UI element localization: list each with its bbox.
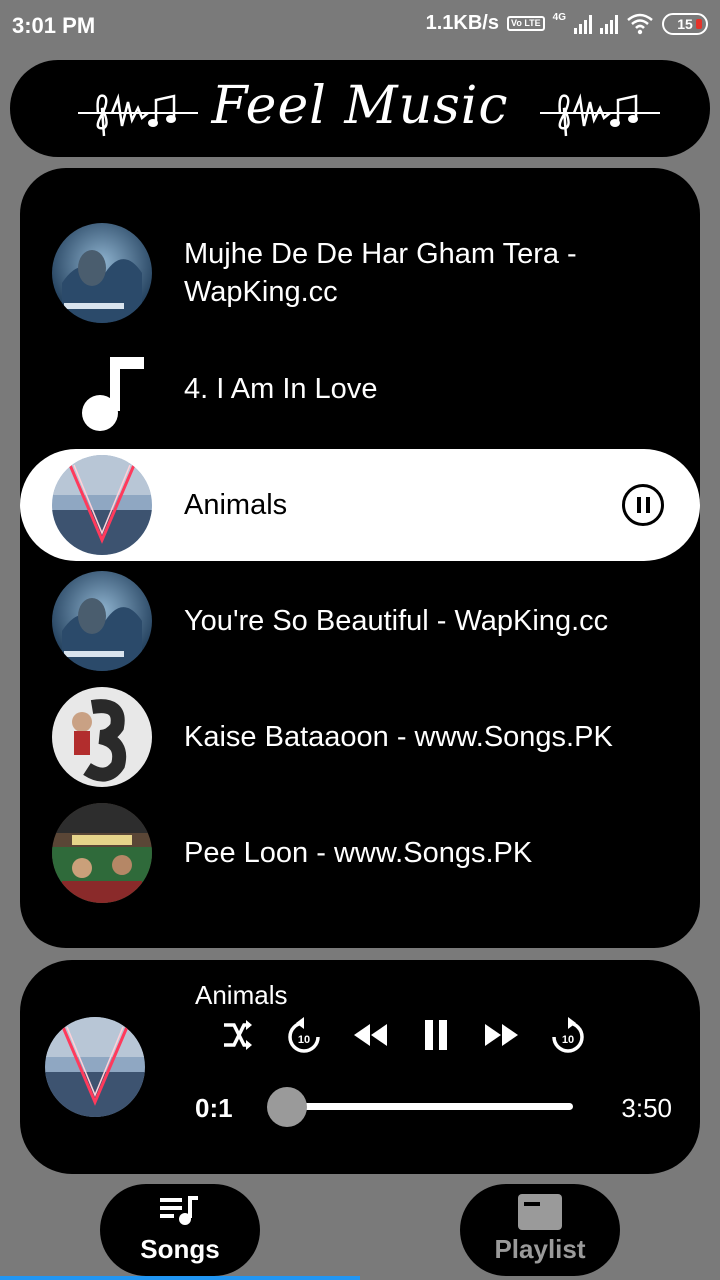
song-item[interactable]: Kaise Bataaoon - www.Songs.PK (20, 681, 700, 793)
album-art (52, 223, 152, 323)
nav-songs-button[interactable]: Songs (100, 1184, 260, 1276)
replay-10-button[interactable]: 10 (281, 1012, 327, 1058)
now-playing-panel: Animals 10 10 0:1 3:50 (20, 960, 700, 1174)
music-wave-icon (540, 93, 660, 137)
volte-badge: Vo LTE (506, 16, 545, 31)
nav-indicator (0, 1276, 360, 1280)
album-art (52, 687, 152, 787)
seek-bar[interactable] (286, 1103, 573, 1110)
song-title: You're So Beautiful - WapKing.cc (184, 605, 609, 637)
pause-button[interactable] (413, 1012, 459, 1058)
playlist-icon (518, 1194, 562, 1230)
status-bar: 3:01 PM 1.1KB/s Vo LTE 4G 15 (0, 0, 720, 50)
net-speed: 1.1KB/s (425, 12, 499, 34)
album-art (52, 571, 152, 671)
shuffle-button[interactable] (215, 1012, 261, 1058)
song-title: Mujhe De De Har Gham Tera - WapKing.cc (184, 238, 577, 308)
song-title: 4. I Am In Love (184, 373, 378, 405)
song-item[interactable]: 4. I Am In Love (20, 333, 700, 445)
song-title: Kaise Bataaoon - www.Songs.PK (184, 721, 613, 753)
status-indicators: 1.1KB/s Vo LTE 4G 15 (426, 12, 708, 35)
app-header: Feel Music (10, 60, 710, 157)
network-type: 4G (552, 12, 566, 23)
total-time: 3:50 (621, 1093, 672, 1123)
pause-icon (425, 1020, 447, 1050)
fast-forward-button[interactable] (479, 1012, 525, 1058)
battery-icon: 15 (662, 12, 708, 35)
wifi-icon (627, 13, 653, 34)
forward-10-icon: 10 (552, 1017, 584, 1053)
now-playing-title: Animals (195, 980, 288, 1010)
song-title: Animals (184, 489, 288, 521)
song-item[interactable]: You're So Beautiful - WapKing.cc (20, 565, 700, 677)
nav-playlist-label: Playlist (494, 1234, 586, 1264)
album-art (52, 455, 152, 555)
battery-level: 15 (677, 15, 693, 32)
status-time: 3:01 PM (12, 13, 96, 38)
song-item[interactable]: Pee Loon - www.Songs.PK (20, 797, 700, 909)
nav-playlist-button[interactable]: Playlist (460, 1184, 620, 1276)
music-note-icon (82, 357, 144, 431)
signal-icon (574, 14, 592, 34)
song-item-active[interactable]: Animals (20, 449, 700, 561)
album-art (52, 803, 152, 903)
pause-icon[interactable] (622, 484, 664, 526)
current-time: 0:1 (195, 1093, 233, 1123)
song-list[interactable]: Mujhe De De Har Gham Tera - WapKing.cc 4… (20, 168, 700, 948)
svg-text:10: 10 (562, 1034, 574, 1046)
rewind-button[interactable] (347, 1012, 393, 1058)
fast-forward-icon (485, 1024, 518, 1046)
replay-10-icon: 10 (288, 1017, 320, 1053)
queue-music-icon (160, 1196, 198, 1225)
playback-controls: 10 10 (215, 1012, 595, 1058)
svg-text:10: 10 (298, 1034, 310, 1046)
forward-10-button[interactable]: 10 (545, 1012, 591, 1058)
seek-handle[interactable] (267, 1087, 308, 1127)
signal-icon-2 (600, 14, 618, 34)
song-title: Pee Loon - www.Songs.PK (184, 837, 533, 869)
song-item[interactable]: Mujhe De De Har Gham Tera - WapKing.cc (20, 217, 700, 329)
rewind-icon (354, 1024, 387, 1046)
now-playing-album-art (45, 1017, 145, 1117)
nav-songs-label: Songs (140, 1234, 220, 1264)
shuffle-icon (224, 1020, 252, 1050)
